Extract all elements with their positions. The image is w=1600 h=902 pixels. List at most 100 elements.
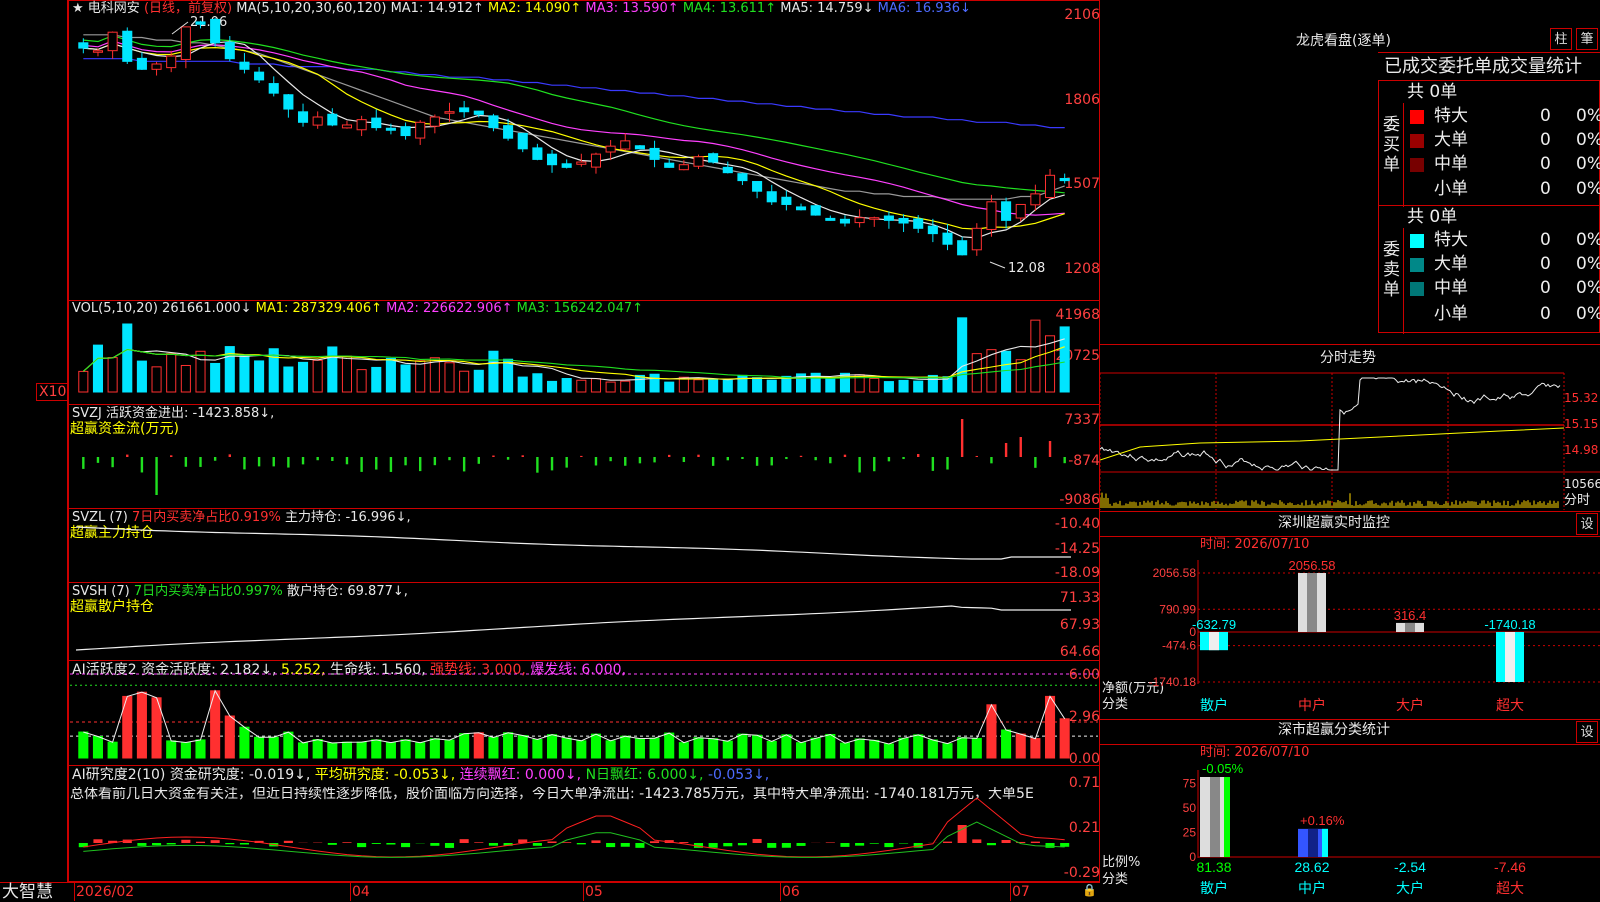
ai1-bar xyxy=(958,738,967,758)
volume-bar xyxy=(884,382,893,392)
lock-icon[interactable]: 🔒 xyxy=(1082,884,1097,896)
svzj-bar xyxy=(668,455,670,457)
ai1-bar xyxy=(665,733,674,758)
candle-body xyxy=(240,62,249,69)
volume-bar xyxy=(606,382,615,392)
ai2-bar xyxy=(635,843,644,848)
ai1-bar xyxy=(972,738,981,758)
svzj-bar xyxy=(1034,457,1036,468)
candle-body xyxy=(958,241,967,255)
candle-body xyxy=(723,167,732,172)
monitor-bar-shade xyxy=(1209,632,1219,650)
volume-bar xyxy=(665,382,674,392)
ai2-green-line xyxy=(83,822,1064,857)
svzj-bar xyxy=(639,457,641,463)
svzj-bar xyxy=(976,456,978,457)
svzj-bar xyxy=(185,457,187,467)
volume-bar xyxy=(767,380,776,392)
volume-bar xyxy=(298,362,307,392)
volume-bar xyxy=(826,379,835,392)
candle-body xyxy=(416,122,425,138)
ai2-bar xyxy=(943,842,952,843)
volume-bar xyxy=(1016,360,1025,392)
svzj-bar xyxy=(155,457,157,495)
volume-bar xyxy=(723,380,732,392)
ai1-bar xyxy=(225,716,234,758)
ai2-bar xyxy=(401,843,410,847)
ai2-bar xyxy=(826,842,835,843)
ai1-bar xyxy=(1031,739,1040,758)
candle-body xyxy=(93,51,102,53)
monitor-axis-label: -474.6 xyxy=(1162,639,1196,653)
ai2-bar xyxy=(840,843,849,847)
volume-bar xyxy=(211,363,220,392)
svzj-bar xyxy=(580,456,582,457)
candle-body xyxy=(108,32,117,50)
ai1-bar xyxy=(606,741,615,758)
ai1-bar xyxy=(855,739,864,758)
volume-bar xyxy=(709,379,718,392)
candle-body xyxy=(870,218,879,220)
volume-bar xyxy=(108,358,117,392)
class-bar-edge xyxy=(1224,777,1230,857)
class-axis-label: 75 xyxy=(1183,776,1197,790)
candle-body xyxy=(650,148,659,159)
volume-bar xyxy=(899,380,908,392)
candle-body xyxy=(372,118,381,128)
ai2-bar xyxy=(342,842,351,843)
ai1-bar xyxy=(504,733,513,758)
monitor-bar-label: 中户 xyxy=(1298,697,1326,713)
ai1-bar xyxy=(753,735,762,758)
candle-body xyxy=(591,154,600,167)
candle-body xyxy=(298,112,307,122)
ma1-line xyxy=(83,42,1064,238)
ai2-bar xyxy=(709,843,718,848)
ai2-bar xyxy=(211,840,220,843)
ai1-bar xyxy=(884,744,893,758)
svzj-bar xyxy=(273,457,275,466)
ai1-bar xyxy=(489,737,498,758)
candle-body xyxy=(79,43,88,48)
candle-body xyxy=(767,192,776,202)
svzj-bar xyxy=(1005,443,1007,457)
ai2-bar xyxy=(767,843,776,848)
volume-bar xyxy=(313,360,322,392)
candle-body xyxy=(884,216,893,220)
svzj-bar xyxy=(932,457,934,471)
class-bar-delta: +0.16% xyxy=(1300,813,1345,828)
x-axis-label: 04 xyxy=(352,885,370,899)
ai1-bar xyxy=(474,733,483,758)
svzj-bar xyxy=(888,457,890,461)
svsh-line xyxy=(76,606,1071,650)
ai2-bar xyxy=(240,843,249,844)
ai2-bar xyxy=(474,842,483,843)
volume-bar xyxy=(240,355,249,392)
svzj-bar xyxy=(961,419,963,457)
ai2-bar xyxy=(591,840,600,843)
brand-logo[interactable]: 大智慧 xyxy=(2,884,53,901)
ai1-bar xyxy=(577,741,586,758)
ai2-bar xyxy=(93,839,102,843)
ai2-bar xyxy=(855,843,864,846)
svzj-bar xyxy=(287,457,289,468)
svzj-bar xyxy=(800,456,802,457)
ai1-bar xyxy=(240,727,249,758)
x-axis-label: 05 xyxy=(585,885,603,899)
class-bar-value: -7.46 xyxy=(1494,859,1526,875)
ai1-bar xyxy=(196,740,205,758)
candle-body xyxy=(328,114,337,125)
volume-bar xyxy=(650,374,659,392)
chart-canvas[interactable] xyxy=(0,0,1100,900)
volume-bar xyxy=(152,367,161,392)
ai1-bar xyxy=(93,736,102,758)
candle-body xyxy=(840,219,849,223)
volume-bar xyxy=(123,324,132,392)
chart-area[interactable]: 2106 1806 1507 1208 41968 20725 X10 7337… xyxy=(0,0,1100,900)
volume-bar xyxy=(547,381,556,392)
ai2-bar xyxy=(533,843,542,846)
svzj-bar xyxy=(141,457,143,472)
svzj-bar xyxy=(785,457,787,459)
ai2-bar xyxy=(357,843,366,847)
svzj-bar xyxy=(609,457,611,461)
ai1-bar xyxy=(430,739,439,758)
